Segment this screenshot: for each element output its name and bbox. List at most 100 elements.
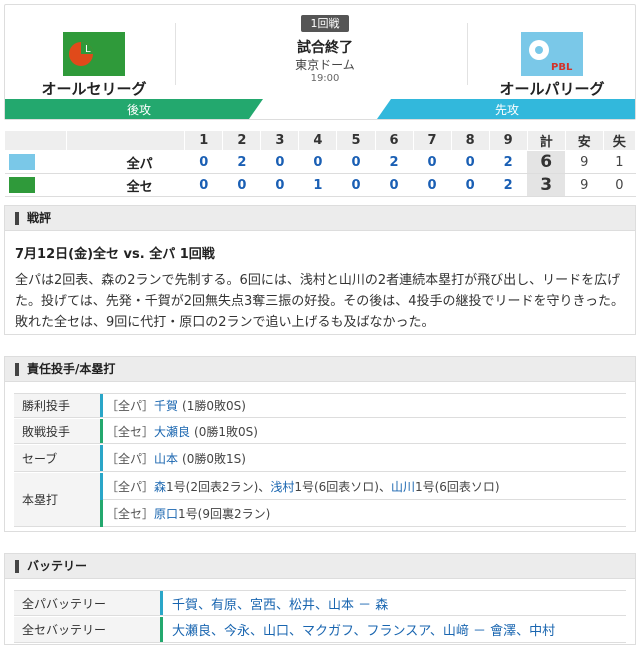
row-label: セーブ xyxy=(14,445,100,471)
inning-header: 3 xyxy=(260,130,300,151)
battery-row-ce: 全セバッテリー 大瀬良、今永、山口、マクガフ、フランスア、山﨑 － 會澤、中村 xyxy=(14,617,626,643)
player-link[interactable]: 原口 xyxy=(154,505,178,522)
scoreboard: 1 2 3 4 5 6 7 8 9 計 安 失 全パ 0 2 0 0 0 2 0… xyxy=(3,130,637,197)
total-runs: 6 xyxy=(527,150,566,174)
row-value: ［全パ］ 千賀 (1勝0敗0S) xyxy=(106,394,246,417)
section-title: 戦評 xyxy=(27,211,52,225)
row-label: 敗戦投手 xyxy=(14,419,100,443)
row-accent xyxy=(100,394,103,417)
divider xyxy=(175,23,176,85)
row-value: ［全パ］ 森 1号(2回表2ラン)、 浅村 1号(6回表ソロ)、 山川 1号(6… xyxy=(106,473,500,500)
inning-score: 0 xyxy=(451,173,490,197)
player-link[interactable]: 山川 xyxy=(391,478,415,495)
record: (0勝1敗0S) xyxy=(194,424,258,439)
inning-score: 0 xyxy=(260,150,299,174)
team-logo-cell xyxy=(4,150,67,174)
pitchers-section-header: 責任投手/本塁打 xyxy=(4,356,636,382)
row-value: ［全パ］ 山本 (0勝0敗1S) xyxy=(106,445,246,471)
inning-score: 0 xyxy=(184,150,223,174)
pacific-league-mini-icon[interactable] xyxy=(8,154,35,170)
header-team xyxy=(66,130,186,151)
hits: 9 xyxy=(565,173,604,197)
team-name[interactable]: 全パ xyxy=(66,150,185,174)
team-tag: ［全セ］ xyxy=(106,424,155,439)
player-link[interactable]: 大瀬良 xyxy=(154,423,190,440)
row-label: 全セバッテリー xyxy=(14,617,160,642)
row-accent xyxy=(160,591,163,615)
review-section-header: 戦評 xyxy=(4,205,636,231)
row-accent xyxy=(100,500,103,527)
battery-players[interactable]: 大瀬良、今永、山口、マクガフ、フランスア、山﨑 － 會澤、中村 xyxy=(172,617,555,642)
battery-players[interactable]: 千賀、有原、宮西、松井、山本 － 森 xyxy=(172,591,388,615)
row-label: 勝利投手 xyxy=(14,394,100,417)
team-tag: ［全セ］ xyxy=(106,507,155,521)
section-title: 責任投手/本塁打 xyxy=(27,362,116,376)
inning-header: 1 xyxy=(184,130,224,151)
away-team-name[interactable]: オールパリーグ xyxy=(477,78,627,99)
inning-score: 0 xyxy=(336,150,375,174)
player-link[interactable]: 千賀 xyxy=(154,397,178,414)
record: (0勝0敗1S) xyxy=(182,451,246,466)
away-side-label: 先攻 xyxy=(494,103,519,117)
save-pitcher-row: セーブ ［全パ］ 山本 (0勝0敗1S) xyxy=(14,445,626,472)
hr-detail: 1号(2回表2ラン)、 xyxy=(166,480,271,494)
inning-score: 2 xyxy=(375,150,414,174)
home-team-name[interactable]: オールセリーグ xyxy=(19,78,169,99)
player-link[interactable]: 浅村 xyxy=(270,478,294,495)
total-runs: 3 xyxy=(527,173,566,197)
row-value: ［全セ］ 原口 1号(9回裏2ラン) xyxy=(106,500,270,527)
row-accent xyxy=(100,473,103,500)
row-accent xyxy=(100,419,103,443)
hits: 9 xyxy=(565,150,604,174)
row-accent xyxy=(100,445,103,471)
errors: 1 xyxy=(603,150,636,174)
inning-header: 6 xyxy=(374,130,414,151)
review-panel: 7月12日(金)全セ vs. 全パ 1回戦 全パは2回表、森の2ランで先制する。… xyxy=(4,231,636,335)
team-tag: ［全パ］ xyxy=(106,451,155,466)
section-title: バッテリー xyxy=(27,559,88,573)
battery-row-pa: 全パバッテリー 千賀、有原、宮西、松井、山本 － 森 xyxy=(14,590,626,616)
inning-score: 0 xyxy=(184,173,223,197)
row-label: 本塁打 xyxy=(14,473,100,526)
inning-header: 9 xyxy=(488,130,528,151)
central-league-logo[interactable]: L xyxy=(63,32,125,76)
row-value: ［全セ］ 大瀬良 (0勝1敗0S) xyxy=(106,419,258,443)
inning-score: 2 xyxy=(222,150,261,174)
homerun-row: 本塁打 ［全パ］ 森 1号(2回表2ラン)、 浅村 1号(6回表ソロ)、 山川 … xyxy=(14,473,626,527)
home-side-label: 後攻 xyxy=(126,103,151,117)
inning-score: 2 xyxy=(489,150,528,174)
inning-header: 7 xyxy=(412,130,452,151)
inning-score: 0 xyxy=(222,173,261,197)
inning-score: 0 xyxy=(298,150,337,174)
svg-text:L: L xyxy=(85,44,91,55)
inning-score: 0 xyxy=(413,150,452,174)
inning-score: 0 xyxy=(451,150,490,174)
record: (1勝0敗0S) xyxy=(182,399,246,413)
header-blank xyxy=(3,130,68,151)
team-logo-cell xyxy=(4,173,67,197)
svg-text:PBL: PBL xyxy=(551,62,573,73)
player-link[interactable]: 森 xyxy=(154,478,166,495)
inning-header: 4 xyxy=(298,130,338,151)
total-header: 計 xyxy=(526,130,566,151)
player-link[interactable]: 山本 xyxy=(154,450,178,467)
game-header: 1回戦 L オールセリーグ 試合終了 東京ドーム 19:00 PBL オールパリ… xyxy=(4,4,636,120)
start-time: 19:00 xyxy=(310,73,340,84)
row-accent xyxy=(160,617,163,642)
inning-score: 0 xyxy=(260,173,299,197)
hr-detail: 1号(6回表ソロ)、 xyxy=(294,480,391,494)
inning-header: 8 xyxy=(450,130,490,151)
inning-score: 0 xyxy=(413,173,452,197)
inning-score: 0 xyxy=(336,173,375,197)
game-status: 試合終了 xyxy=(297,40,353,56)
divider xyxy=(467,23,468,85)
team-name[interactable]: 全セ xyxy=(66,173,185,197)
inning-score: 1 xyxy=(298,173,337,197)
team-tag: ［全パ］ xyxy=(106,480,155,494)
scoreboard-row-ce: 全セ 0 0 0 1 0 0 0 0 2 3 9 0 xyxy=(4,173,636,197)
central-league-mini-icon[interactable] xyxy=(8,177,35,193)
inning-score: 0 xyxy=(375,173,414,197)
pacific-league-logo[interactable]: PBL xyxy=(521,32,583,76)
team-tag: ［全パ］ xyxy=(106,399,155,413)
scoreboard-row-pa: 全パ 0 2 0 0 0 2 0 0 2 6 9 1 xyxy=(4,150,636,174)
